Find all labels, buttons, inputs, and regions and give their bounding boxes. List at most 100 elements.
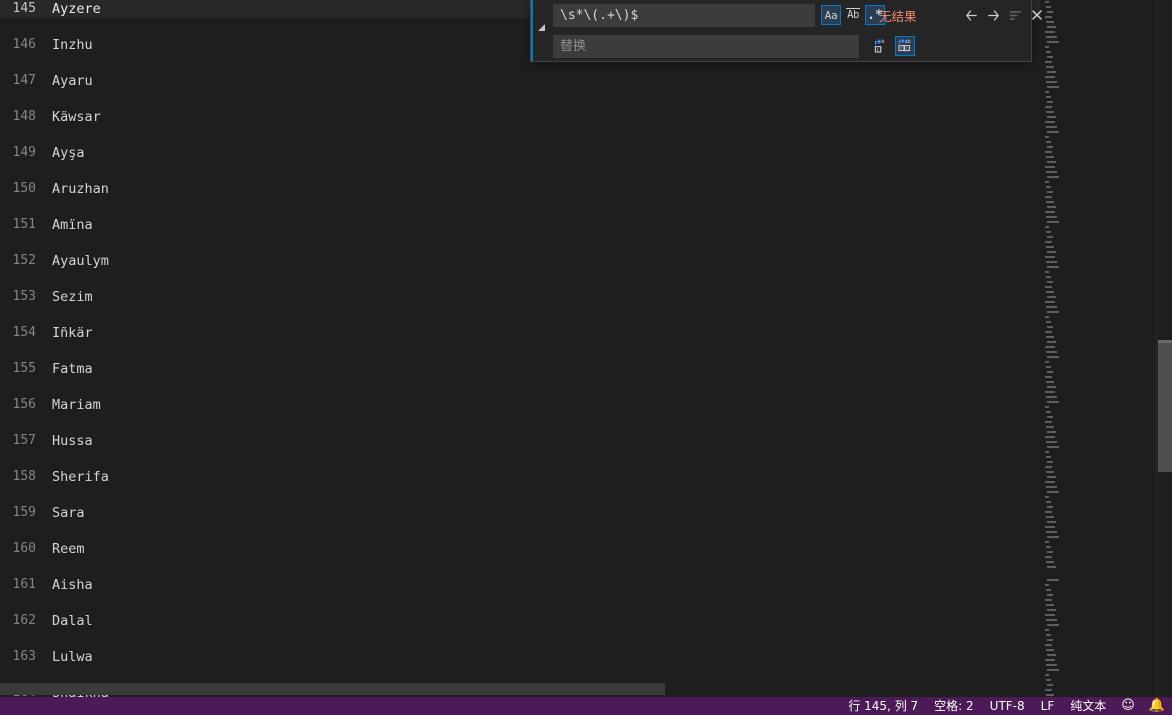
- match-whole-word-toggle[interactable]: Ab: [843, 5, 863, 25]
- find-in-selection-button[interactable]: [1005, 5, 1025, 25]
- minimap-row: [1044, 111, 1154, 115]
- line-number: 158: [12, 469, 36, 484]
- vertical-scrollbar[interactable]: [1158, 0, 1172, 697]
- match-case-toggle[interactable]: Aa: [821, 5, 841, 25]
- minimap-row: [1044, 486, 1154, 490]
- line-text: Ayşa: [52, 145, 85, 161]
- match-case-icon: Aa: [824, 8, 838, 22]
- status-indentation[interactable]: 空格: 2: [926, 697, 982, 715]
- minimap-row: [1044, 186, 1154, 190]
- replace-input[interactable]: 替换: [553, 35, 859, 58]
- editor-line[interactable]: 152 Ayaulym: [0, 252, 1040, 270]
- find-widget-rows: \s*\(.+\)$ Aa Ab .* 无结果 替换 b c ab c c: [549, 0, 1042, 62]
- minimap-row: [1044, 71, 1154, 75]
- minimap-row: [1044, 296, 1154, 300]
- notifications-bell-icon[interactable]: 🔔: [1142, 697, 1172, 715]
- minimap-row: [1044, 356, 1154, 360]
- line-text: Fatma: [52, 361, 93, 377]
- line-number: 152: [12, 253, 36, 268]
- minimap-row: [1044, 166, 1154, 170]
- next-match-button[interactable]: [983, 5, 1003, 25]
- replace-input-placeholder: 替换: [560, 39, 587, 54]
- minimap-row: [1044, 201, 1154, 205]
- minimap-row: [1044, 561, 1154, 565]
- minimap-row: [1044, 481, 1154, 485]
- editor-line[interactable]: 156 Mariam: [0, 396, 1040, 414]
- editor-code-area[interactable]: 145 Ayzere 146 Inzhu 147 Ayaru 148 Käwsar 149 Ayş…: [0, 0, 1040, 697]
- status-language-mode[interactable]: 纯文本: [1062, 697, 1114, 715]
- minimap-row: [1044, 316, 1154, 320]
- close-find-button[interactable]: [1027, 5, 1047, 25]
- minimap-row: [1044, 689, 1154, 693]
- editor-line[interactable]: 157 Hussa: [0, 432, 1040, 450]
- line-text: Iñkär: [52, 325, 93, 341]
- status-encoding[interactable]: UTF-8: [982, 697, 1033, 715]
- line-number: 148: [12, 109, 36, 124]
- minimap-row: [1044, 91, 1154, 95]
- minimap-row: [1044, 546, 1154, 550]
- editor-line[interactable]: 151 Amïna: [0, 216, 1040, 234]
- minimap-row: [1044, 21, 1154, 25]
- feedback-smiley-icon[interactable]: ☺: [1114, 697, 1142, 715]
- editor-line[interactable]: 161 Aisha: [0, 576, 1040, 594]
- editor-line[interactable]: 155 Fatma: [0, 360, 1040, 378]
- minimap-row: [1044, 266, 1154, 270]
- horizontal-scrollbar-thumb[interactable]: [0, 683, 665, 695]
- minimap-row: [1044, 121, 1154, 125]
- minimap-row: [1044, 669, 1154, 673]
- line-number: 159: [12, 505, 36, 520]
- editor-line[interactable]: 147 Ayaru: [0, 72, 1040, 90]
- minimap-row: [1044, 56, 1154, 60]
- status-eol[interactable]: LF: [1033, 697, 1063, 715]
- whole-word-icon: Ab: [846, 7, 860, 21]
- find-replace-widget[interactable]: \s*\(.+\)$ Aa Ab .* 无结果 替换 b c ab c c: [530, 0, 1042, 62]
- minimap-row: [1044, 386, 1154, 390]
- line-number: 146: [12, 37, 36, 52]
- editor-line[interactable]: 153 Sezim: [0, 288, 1040, 306]
- minimap-row: [1044, 416, 1154, 420]
- editor-line[interactable]: 163 Lulwa: [0, 648, 1040, 666]
- minimap-row: [1044, 221, 1154, 225]
- status-cursor-position[interactable]: 行 145, 列 7: [840, 697, 926, 715]
- replace-all-button[interactable]: ab c c: [895, 36, 915, 56]
- minimap-row: [1044, 86, 1154, 90]
- line-number: 149: [12, 145, 36, 160]
- editor-line[interactable]: 148 Käwsar: [0, 108, 1040, 126]
- editor-line[interactable]: 160 Reem: [0, 540, 1040, 558]
- minimap-row: [1044, 584, 1154, 588]
- minimap-row: [1044, 41, 1154, 45]
- find-input[interactable]: \s*\(.+\)$: [553, 4, 815, 27]
- minimap-row: [1044, 246, 1154, 250]
- minimap-row: [1044, 361, 1154, 365]
- editor-line[interactable]: 149 Ayşa: [0, 144, 1040, 162]
- minimap-row: [1044, 594, 1154, 598]
- minimap-row: [1044, 521, 1154, 525]
- minimap-row: [1044, 306, 1154, 310]
- previous-match-button[interactable]: [961, 5, 981, 25]
- minimap-row: [1044, 31, 1154, 35]
- editor-line[interactable]: 154 Iñkär: [0, 324, 1040, 342]
- minimap-row: [1044, 381, 1154, 385]
- status-bar[interactable]: 行 145, 列 7 空格: 2 UTF-8 LF 纯文本 ☺ 🔔: [0, 697, 1172, 715]
- minimap[interactable]: [1040, 0, 1158, 697]
- minimap-row: [1044, 619, 1154, 623]
- vertical-scrollbar-thumb[interactable]: [1158, 340, 1172, 472]
- editor-line[interactable]: 162 Dalal: [0, 612, 1040, 630]
- close-icon: [1032, 10, 1042, 20]
- minimap-row: [1044, 446, 1154, 450]
- minimap-row: [1044, 511, 1154, 515]
- find-row: \s*\(.+\)$ Aa Ab .* 无结果: [549, 0, 1042, 31]
- editor-line[interactable]: 159 Sara: [0, 504, 1040, 522]
- editor-line[interactable]: 150 Aruzhan: [0, 180, 1040, 198]
- minimap-row: [1044, 141, 1154, 145]
- svg-text:c: c: [906, 46, 909, 51]
- replace-button[interactable]: b c: [871, 36, 891, 56]
- minimap-row: [1044, 16, 1154, 20]
- editor-line[interactable]: 158 Sherifa: [0, 468, 1040, 486]
- horizontal-scrollbar[interactable]: [0, 683, 1040, 695]
- minimap-row: [1044, 311, 1154, 315]
- minimap-row: [1044, 436, 1154, 440]
- minimap-row: [1044, 541, 1154, 545]
- text-editor[interactable]: 145 Ayzere 146 Inzhu 147 Ayaru 148 Käwsar 149 Ayş…: [0, 0, 1172, 697]
- line-text: Käwsar: [52, 109, 101, 125]
